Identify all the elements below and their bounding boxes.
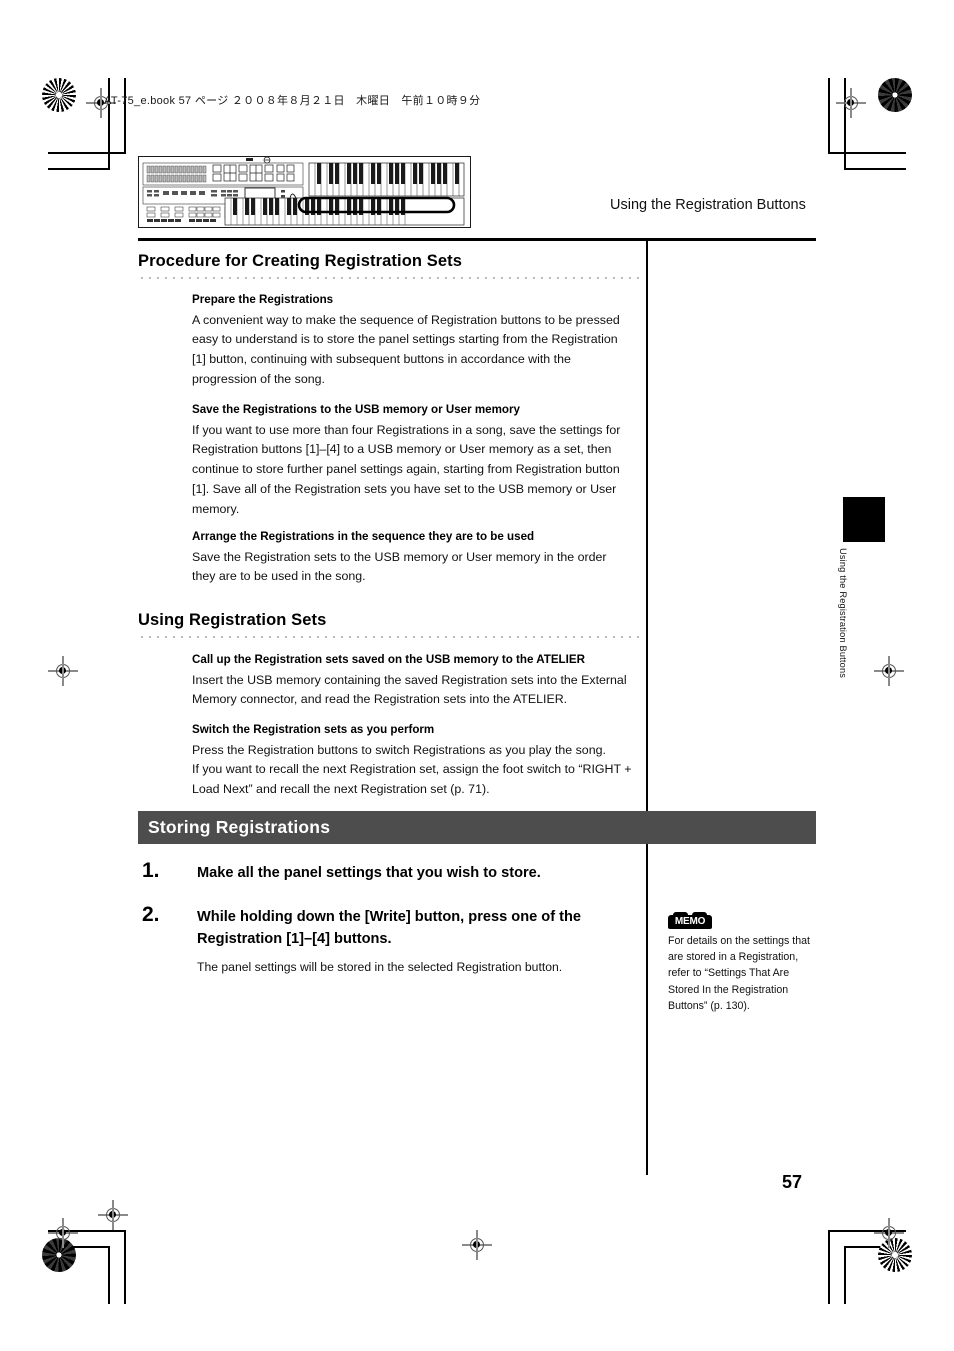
step-number: 2.	[142, 903, 160, 926]
block-paragraph: If you want to recall the next Registrat…	[192, 762, 632, 797]
crop-mark-line	[828, 78, 830, 154]
registration-mark-icon	[98, 1200, 128, 1230]
block-subheading: Save the Registrations to the USB memory…	[192, 403, 520, 416]
block-paragraph: Press the Registration buttons to switch…	[192, 742, 606, 757]
section-heading-procedure: Procedure for Creating Registration Sets	[138, 252, 462, 270]
block-subheading: Call up the Registration sets saved on t…	[192, 653, 585, 666]
crop-mark-line	[108, 1246, 110, 1304]
block-prepare-registrations: Prepare the Registrations A convenient w…	[192, 292, 632, 390]
crop-mark-line	[844, 1246, 846, 1304]
halftone-target-icon	[878, 78, 912, 112]
block-paragraph: If you want to use more than four Regist…	[192, 422, 621, 516]
memo-icon: MEMO	[668, 912, 712, 929]
block-switch-sets: Switch the Registration sets as you perf…	[192, 722, 632, 800]
registration-mark-icon	[836, 88, 866, 118]
step-heading: Make all the panel settings that you wis…	[197, 865, 541, 881]
crop-mark-line	[828, 1230, 830, 1304]
atelier-organ-illustration	[138, 156, 471, 228]
column-divider	[646, 241, 648, 1175]
step-subtext: The panel settings will be stored in the…	[197, 960, 563, 974]
block-paragraph: Insert the USB memory containing the sav…	[192, 672, 627, 707]
block-subheading: Arrange the Registrations in the sequenc…	[192, 530, 535, 543]
section-heading-using-sets: Using Registration Sets	[138, 611, 327, 629]
block-call-up-sets: Call up the Registration sets saved on t…	[192, 652, 632, 710]
memo-icon-label: MEMO	[674, 916, 706, 927]
crop-mark-line	[124, 1230, 126, 1304]
crop-mark-line	[844, 168, 906, 170]
registration-mark-icon	[874, 1218, 904, 1248]
page-number: 57	[782, 1172, 803, 1192]
halftone-target-icon	[42, 78, 76, 112]
page-canvas: AT-75_e.book 57 ページ ２００８年８月２１日 木曜日 午前１０時…	[0, 0, 954, 1351]
side-tab-label: Using the Registration Buttons	[838, 548, 848, 679]
section-dot-rule	[138, 277, 642, 279]
registration-mark-icon	[462, 1230, 492, 1260]
block-paragraph: A convenient way to make the sequence of…	[192, 312, 620, 387]
block-save-registrations: Save the Registrations to the USB memory…	[192, 402, 632, 520]
side-tab-marker	[843, 497, 885, 542]
section-dot-rule	[138, 636, 642, 638]
running-header: Using the Registration Buttons	[610, 197, 806, 213]
block-subheading: Prepare the Registrations	[192, 293, 334, 306]
crop-mark-line	[48, 152, 126, 154]
section-banner-storing-registrations: Storing Registrations	[138, 811, 816, 844]
step-number: 1.	[142, 859, 160, 882]
registration-mark-icon	[48, 1218, 78, 1248]
memo-note: MEMO For details on the settings that ar…	[668, 912, 813, 1014]
block-subheading: Switch the Registration sets as you perf…	[192, 723, 435, 736]
header-rule	[138, 238, 816, 241]
registration-mark-icon	[874, 656, 904, 686]
print-header-text: AT-75_e.book 57 ページ ２００８年８月２１日 木曜日 午前１０時…	[104, 95, 481, 107]
step-heading: While holding down the [Write] button, p…	[197, 909, 581, 947]
block-arrange-registrations: Arrange the Registrations in the sequenc…	[192, 529, 632, 587]
crop-mark-line	[124, 78, 126, 154]
block-paragraph: Save the Registration sets to the USB me…	[192, 549, 607, 584]
memo-text: For details on the settings that are sto…	[668, 935, 810, 1012]
registration-mark-icon	[48, 656, 78, 686]
crop-mark-line	[828, 152, 906, 154]
banner-title: Storing Registrations	[148, 817, 331, 837]
crop-mark-line	[48, 168, 110, 170]
organ-panel-svg	[139, 156, 469, 226]
